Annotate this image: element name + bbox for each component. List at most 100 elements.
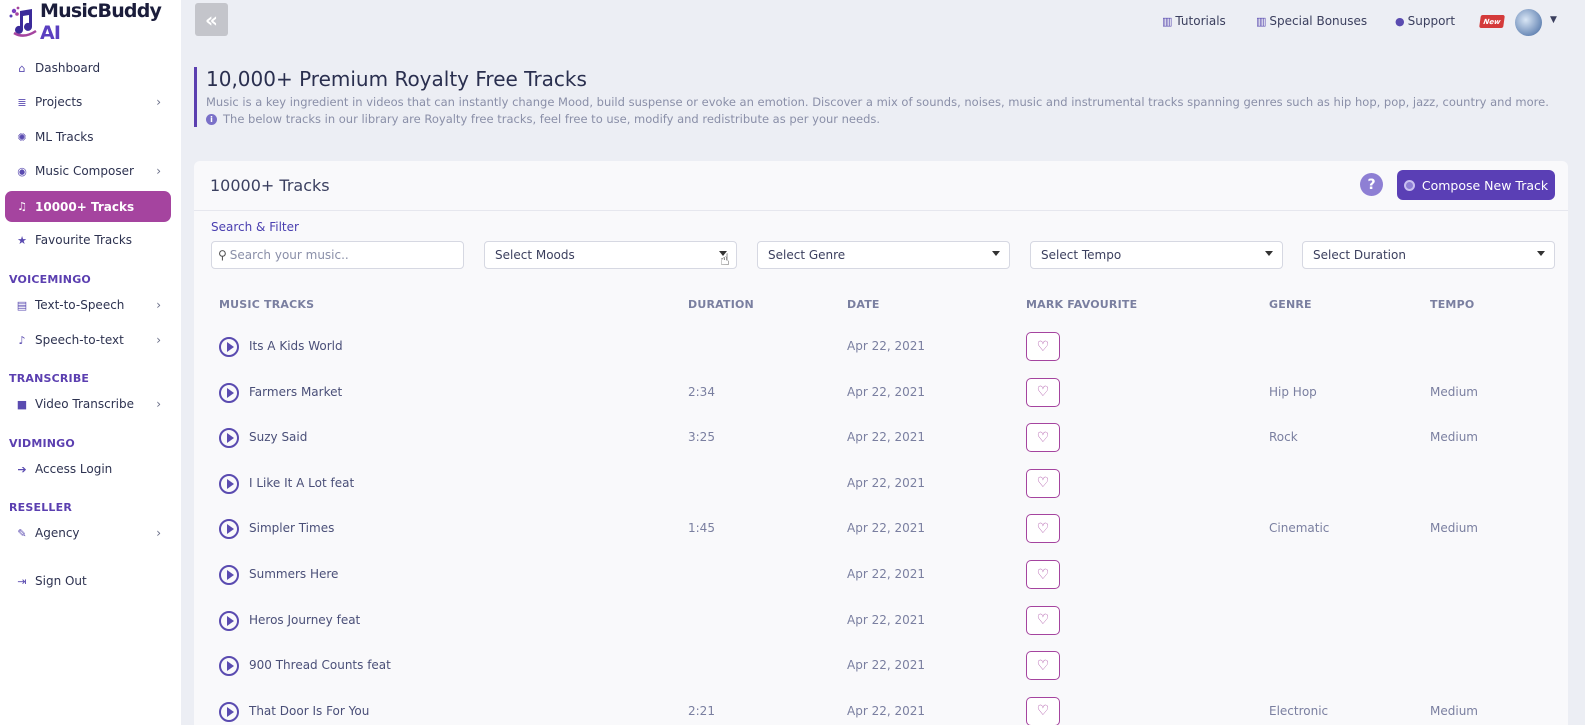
search-input[interactable] xyxy=(229,248,450,262)
caret-down-icon xyxy=(1537,251,1545,256)
play-icon[interactable] xyxy=(219,519,239,540)
play-icon[interactable] xyxy=(219,656,239,677)
mark-favourite-button[interactable]: ♡ xyxy=(1026,377,1060,407)
track-date: Apr 22, 2021 xyxy=(847,384,926,399)
column-header-duration[interactable]: DURATION xyxy=(688,298,754,311)
sidebar-item-projects[interactable]: ≣ Projects › xyxy=(5,87,171,117)
column-header-genre[interactable]: GENRE xyxy=(1269,298,1312,311)
column-header-tracks[interactable]: MUSIC TRACKS xyxy=(219,298,314,311)
track-title[interactable]: I Like It A Lot feat xyxy=(249,476,354,490)
info-icon: i xyxy=(206,113,217,125)
sidebar-item-music-composer[interactable]: ◉ Music Composer › xyxy=(5,156,171,186)
sidebar-item-speech-to-text[interactable]: ♪ Speech-to-text › xyxy=(5,325,171,355)
track-date: Apr 22, 2021 xyxy=(847,475,926,490)
sidebar-item-label: Text-to-Speech xyxy=(35,298,125,312)
track-title[interactable]: Heros Journey feat xyxy=(249,613,360,627)
column-header-tempo[interactable]: TEMPO xyxy=(1430,298,1474,311)
play-icon[interactable] xyxy=(219,473,239,494)
mark-favourite-button[interactable]: ♡ xyxy=(1026,651,1060,681)
help-button[interactable]: ? xyxy=(1360,173,1383,196)
play-icon[interactable] xyxy=(219,428,239,449)
heart-icon: ♡ xyxy=(1036,338,1050,355)
track-date: Apr 22, 2021 xyxy=(847,521,926,536)
track-duration: 2:21 xyxy=(688,703,715,718)
mark-favourite-button[interactable]: ♡ xyxy=(1026,696,1060,725)
play-icon[interactable] xyxy=(219,565,239,585)
question-icon: ? xyxy=(1367,176,1376,193)
music-list-icon: ♫ xyxy=(17,200,27,213)
special-bonuses-link[interactable]: ▥ Special Bonuses xyxy=(1256,14,1367,28)
play-icon[interactable] xyxy=(219,610,239,631)
page-note: i The below tracks in our library are Ro… xyxy=(206,112,1564,126)
sidebar-item-access-login[interactable]: ➔ Access Login xyxy=(5,454,171,484)
caret-down-icon[interactable]: ▼ xyxy=(1550,15,1557,25)
tutorials-label: Tutorials xyxy=(1175,14,1226,28)
play-icon[interactable] xyxy=(219,382,239,403)
moods-select-value: Select Moods xyxy=(495,248,575,262)
track-tempo: Medium xyxy=(1430,703,1478,718)
mic-icon: ♪ xyxy=(18,333,26,347)
chevron-right-icon: › xyxy=(156,526,161,540)
genre-select[interactable]: Select Genre xyxy=(757,241,1010,269)
tutorials-link[interactable]: ▥ Tutorials xyxy=(1162,14,1226,28)
mark-favourite-button[interactable]: ♡ xyxy=(1026,468,1060,498)
sidebar-item-text-to-speech[interactable]: ▤ Text-to-Speech › xyxy=(5,290,171,320)
track-title[interactable]: Suzy Said xyxy=(249,430,307,444)
track-tempo: Medium xyxy=(1430,430,1478,445)
sidebar: MusicBuddy AI ⌂ Dashboard ≣ Projects › ✺ ML Tr… xyxy=(0,0,181,725)
track-title[interactable]: Summers Here xyxy=(249,567,338,581)
sign-out-link[interactable]: ⇥ Sign Out xyxy=(5,566,171,596)
brand-name: MusicBuddy AI xyxy=(40,0,162,44)
heart-icon: ♡ xyxy=(1036,566,1050,583)
column-header-favourite[interactable]: MARK FAVOURITE xyxy=(1026,298,1137,311)
caret-down-icon xyxy=(992,251,1000,256)
mark-favourite-button[interactable]: ♡ xyxy=(1026,423,1060,453)
mark-favourite-button[interactable]: ♡ xyxy=(1026,605,1060,635)
mark-favourite-button[interactable]: ♡ xyxy=(1026,514,1060,544)
mark-favourite-button[interactable]: ♡ xyxy=(1026,332,1060,361)
track-title[interactable]: Its A Kids World xyxy=(249,339,343,353)
track-title[interactable]: Farmers Market xyxy=(249,385,342,399)
sidebar-item-label: Speech-to-text xyxy=(35,333,124,347)
track-date: Apr 22, 2021 xyxy=(847,339,926,353)
moods-select[interactable]: Select Moods xyxy=(484,241,737,269)
column-header-date[interactable]: DATE xyxy=(847,298,880,311)
new-badge[interactable]: New xyxy=(1479,15,1505,28)
chevron-right-icon: › xyxy=(156,95,161,109)
sidebar-item-video-transcribe[interactable]: ■ Video Transcribe › xyxy=(5,389,171,419)
sidebar-item-agency[interactable]: ✎ Agency › xyxy=(5,518,171,548)
brand-logo[interactable]: MusicBuddy AI xyxy=(8,0,181,44)
play-icon[interactable] xyxy=(219,337,239,357)
star-icon: ★ xyxy=(17,233,27,247)
track-title[interactable]: Simpler Times xyxy=(249,521,334,535)
home-icon: ⌂ xyxy=(18,61,26,75)
duration-select[interactable]: Select Duration xyxy=(1302,241,1555,269)
divider xyxy=(194,210,1568,211)
play-icon[interactable] xyxy=(219,701,239,722)
tempo-select[interactable]: Select Tempo xyxy=(1030,241,1283,269)
track-duration: 3:25 xyxy=(688,430,715,445)
track-genre: Hip Hop xyxy=(1269,384,1317,399)
new-badge-label: New xyxy=(1482,17,1502,26)
sidebar-collapse-button[interactable]: « xyxy=(195,3,228,36)
track-title[interactable]: That Door Is For You xyxy=(249,704,369,718)
avatar[interactable] xyxy=(1515,9,1542,36)
sidebar-item-favourite-tracks[interactable]: ★ Favourite Tracks xyxy=(5,225,171,255)
compose-new-track-button[interactable]: Compose New Track xyxy=(1397,170,1555,200)
filter-label: Search & Filter xyxy=(211,220,299,234)
caret-down-icon xyxy=(1265,251,1273,256)
support-link[interactable]: ● Support xyxy=(1395,14,1455,28)
sidebar-item-10000-tracks[interactable]: ♫ 10000+ Tracks xyxy=(5,191,171,222)
mark-favourite-button[interactable]: ♡ xyxy=(1026,560,1060,589)
track-date: Apr 22, 2021 xyxy=(847,612,926,627)
support-label: Support xyxy=(1407,14,1456,28)
heart-icon: ♡ xyxy=(1036,384,1050,401)
track-title[interactable]: 900 Thread Counts feat xyxy=(249,658,391,672)
sidebar-item-label: Favourite Tracks xyxy=(35,233,133,247)
search-field[interactable]: ⚲ xyxy=(211,241,464,269)
sidebar-item-dashboard[interactable]: ⌂ Dashboard xyxy=(5,53,171,83)
sidebar-item-label: Music Composer xyxy=(35,164,134,178)
section-title: RESELLER xyxy=(9,501,73,514)
sidebar-item-ml-tracks[interactable]: ✺ ML Tracks xyxy=(5,122,171,152)
track-date: Apr 22, 2021 xyxy=(847,658,926,673)
